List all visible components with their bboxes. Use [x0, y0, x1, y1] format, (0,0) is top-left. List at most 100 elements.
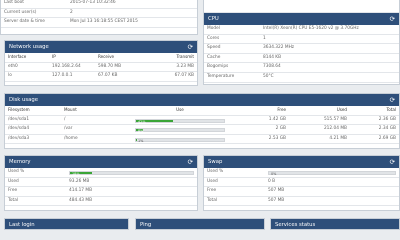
services-title: Services status	[275, 222, 316, 228]
network-table: Interface IP Receive Transmit eth0 192.1…	[5, 53, 197, 82]
memory-header: Memory ⟳	[5, 156, 197, 168]
table-header-row: Filesystem Mount Use Free Used Total	[5, 106, 399, 116]
cpu-header: CPU ⟳	[204, 13, 399, 25]
table-row: Model Intel(R) Xeon(R) CPU E5-1620 v2 @ 3…	[204, 25, 399, 35]
disk-use-pct: 8%	[138, 129, 144, 134]
swap-panel: Swap ⟳ Used % 0% Used 0 B Free 507 MB Tota…	[203, 155, 400, 211]
row-label: Used	[5, 177, 66, 188]
row-value: 2	[67, 8, 197, 19]
ip: 192.168.2.64	[49, 62, 95, 73]
ping-title: Ping	[140, 222, 152, 228]
use-cell: 42%	[132, 115, 228, 126]
table-header-row: Interface IP Receive Transmit	[5, 53, 197, 63]
disk-table: Filesystem Mount Use Free Used Total /de…	[5, 106, 399, 145]
row-label: Temperature	[204, 72, 260, 83]
disk-header: Disk usage ⟳	[5, 94, 399, 106]
col-mount: Mount	[61, 106, 132, 116]
row-label: Model	[204, 25, 260, 35]
iface: lo	[5, 71, 49, 82]
cpu-panel: CPU ⟳ Model Intel(R) Xeon(R) CPU E5-1620 …	[203, 0, 400, 85]
last-login-header: Last login	[5, 219, 128, 229]
total: 2.36 GB	[350, 115, 399, 126]
table-row: /dev/sda4 /var 8% 2 GB 212.04 MB 2.34 GB	[5, 124, 399, 135]
used: 4.21 MB	[289, 134, 350, 145]
table-row: Cores 1	[204, 34, 399, 45]
refresh-icon[interactable]: ⟳	[390, 156, 395, 168]
row-label: Total	[5, 196, 66, 207]
table-row: Temperature 50°C	[204, 72, 399, 83]
row-value: 507 MB	[265, 196, 399, 207]
row-value: 414.17 MB	[66, 186, 197, 197]
receive: 67.07 KB	[95, 71, 151, 82]
table-row: Bogomips 7308.64	[204, 62, 399, 73]
col-total: Total	[350, 106, 399, 116]
transmit: 3.23 MB	[151, 62, 197, 73]
mount: /	[61, 115, 132, 126]
row-label: Speed	[204, 43, 260, 54]
refresh-icon[interactable]: ⟳	[188, 156, 193, 168]
filesystem: /dev/sda3	[5, 134, 61, 145]
row-label: Free	[204, 186, 265, 197]
total: 2.34 GB	[350, 124, 399, 135]
memory-use-pct: 18%	[72, 172, 80, 176]
network-header: Network usage ⟳	[5, 41, 197, 53]
mount: /home	[61, 134, 132, 145]
table-row: Last boot 2015-07-13 10:32:46	[1, 0, 197, 9]
transmit: 67.07 KB	[151, 71, 197, 82]
table-row: Free 507 MB	[204, 186, 399, 197]
services-header: Services status	[271, 219, 399, 229]
table-row: Total 507 MB	[204, 196, 399, 207]
row-label: Free	[5, 186, 66, 197]
row-value: 484.43 MB	[66, 196, 197, 207]
swap-use-pct: 0%	[271, 172, 277, 176]
swap-header: Swap ⟳	[204, 156, 399, 168]
row-value: 50°C	[260, 72, 399, 83]
refresh-icon[interactable]: ⟳	[188, 41, 193, 53]
last-login-panel: Last login	[4, 218, 129, 230]
filesystem: /dev/sda4	[5, 124, 61, 135]
row-value: 1	[260, 34, 399, 45]
last-login-title: Last login	[9, 222, 35, 228]
row-value: 0 B	[265, 177, 399, 188]
swap-title: Swap	[208, 159, 223, 165]
ping-panel: Ping	[135, 218, 265, 230]
row-label: Used %	[204, 168, 265, 178]
total: 2.69 GB	[350, 134, 399, 145]
filesystem: /dev/sda1	[5, 115, 61, 126]
row-value: 7308.64	[260, 62, 399, 73]
swap-table: Used % 0% Used 0 B Free 507 MB Total 507 MB	[204, 168, 399, 207]
disk-use-bar: 42%	[135, 118, 225, 124]
ping-header: Ping	[136, 219, 264, 229]
row-label: Bogomips	[204, 62, 260, 73]
memory-panel: Memory ⟳ Used % 18% Used 93.26 MB Free 414…	[4, 155, 198, 211]
row-value: 507 MB	[265, 186, 399, 197]
disk-use-bar: 1%	[135, 138, 225, 143]
use-cell: 8%	[132, 124, 228, 135]
row-value: 2015-07-13 10:32:46	[67, 0, 197, 9]
row-label: Server date & time	[1, 17, 67, 28]
table-row: Used 0 B	[204, 177, 399, 188]
mount: /var	[61, 124, 132, 135]
system-table: Last boot 2015-07-13 10:32:46 Current use…	[1, 0, 197, 28]
refresh-icon[interactable]: ⟳	[390, 94, 395, 106]
col-ip: IP	[49, 53, 95, 63]
table-row: Used 93.26 MB	[5, 177, 197, 188]
row-label: Cache	[204, 53, 260, 64]
system-panel: Last boot 2015-07-13 10:32:46 Current use…	[0, 0, 198, 35]
used: 212.04 MB	[289, 124, 350, 135]
row-label: Used	[204, 177, 265, 188]
refresh-icon[interactable]: ⟳	[390, 13, 395, 25]
col-interface: Interface	[5, 53, 49, 63]
free: 2 GB	[228, 124, 289, 135]
cpu-title: CPU	[208, 16, 219, 22]
table-row: Used % 18%	[5, 168, 197, 178]
memory-use-bar: 18%	[69, 171, 194, 176]
table-row: Cache 8144 KB	[204, 53, 399, 64]
table-row: Free 414.17 MB	[5, 186, 197, 197]
row-value: Mon Jul 13 16:18:55 CEST 2015	[67, 17, 197, 28]
free: 1.42 GB	[228, 115, 289, 126]
services-panel: Services status	[270, 218, 400, 230]
network-panel: Network usage ⟳ Interface IP Receive Tra…	[4, 40, 198, 86]
disk-use-bar: 8%	[135, 128, 225, 134]
row-label: Cores	[204, 34, 260, 45]
